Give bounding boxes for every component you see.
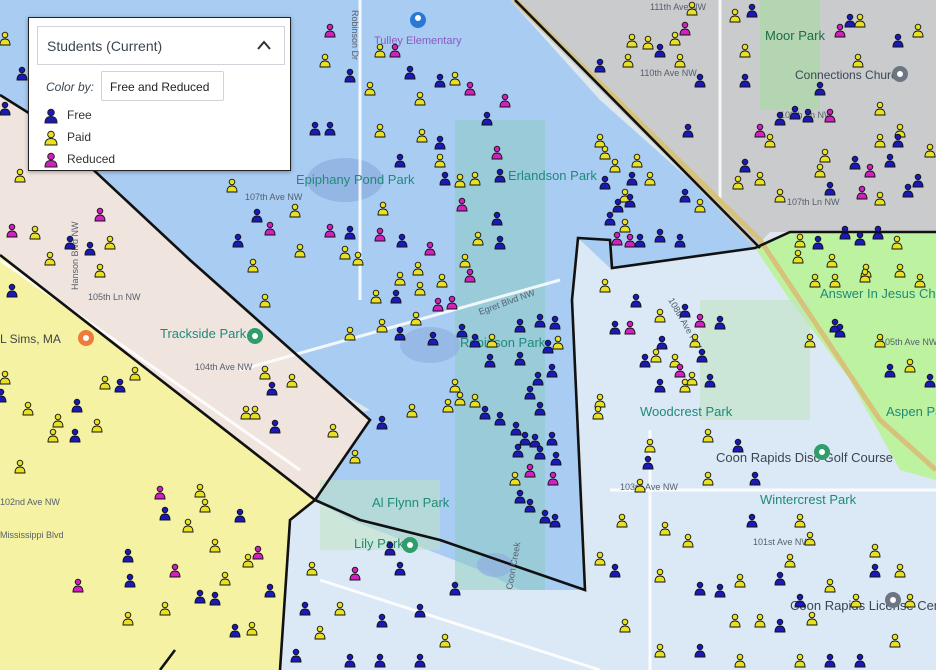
- legend-item-label: Paid: [67, 130, 92, 144]
- legend-header[interactable]: Students (Current): [37, 26, 285, 65]
- license-center-pin-icon[interactable]: [885, 592, 901, 608]
- park-label: Aspen Pa: [886, 404, 936, 419]
- park-label: Moor Park: [765, 28, 825, 43]
- color-by-select[interactable]: Free and Reduced: [101, 71, 224, 101]
- park-label: Trackside Park: [160, 326, 247, 341]
- church-pin-icon[interactable]: [892, 66, 908, 82]
- school-pin-icon[interactable]: [402, 537, 418, 553]
- street-label: 110th Ave NW: [640, 68, 697, 78]
- park-area: [700, 300, 810, 420]
- park-pin-icon[interactable]: [247, 328, 263, 344]
- chevron-up-icon[interactable]: [256, 39, 272, 51]
- park-label: Woodcrest Park: [640, 404, 733, 419]
- student-icon-paid: [44, 130, 58, 146]
- legend-title: Students (Current): [47, 38, 163, 54]
- student-icon-reduced: [44, 152, 58, 168]
- student-icon-free: [44, 108, 58, 124]
- street-label: 104th Ave NW: [195, 362, 253, 372]
- park-label: Al Flynn Park: [372, 495, 450, 510]
- poi-label: Answer In Jesus Ch: [820, 286, 936, 301]
- street-label: 111th Ave NW: [650, 2, 707, 12]
- legend-item-label: Reduced: [67, 152, 116, 166]
- legend-item-label: Free: [67, 108, 92, 122]
- street-label: Mississippi Blvd: [0, 530, 64, 540]
- poi-label: Connections Church: [795, 68, 904, 82]
- park-label: Erlandson Park: [508, 168, 597, 183]
- street-label: 107th Ave NW: [245, 192, 303, 202]
- legend-panel: Students (Current) Color by: Free and Re…: [28, 17, 291, 171]
- park-area: [455, 120, 545, 590]
- street-label: 107th Ln NW: [787, 197, 840, 207]
- street-label: 101st Ave NW: [753, 537, 810, 547]
- street-label: 103rd Ave NW: [620, 482, 678, 492]
- school-label: Tulley Elementary: [374, 35, 462, 47]
- street-label: 102nd Ave NW: [0, 497, 60, 507]
- doctor-pin-icon[interactable]: [78, 330, 94, 346]
- park-label: Wintercrest Park: [760, 492, 857, 507]
- park-label: Epiphany Pond Park: [296, 172, 415, 187]
- street-label: Hanson Blvd NW: [70, 221, 80, 290]
- street-label: 105th Ave NW: [880, 337, 936, 347]
- school-icon[interactable]: [410, 12, 426, 28]
- park-area: [760, 0, 820, 110]
- street-label: Robinson Dr: [350, 10, 360, 60]
- park-label: Lily Park: [354, 536, 404, 551]
- street-label: 105th Ln NW: [88, 292, 141, 302]
- disc-golf-pin-icon[interactable]: [814, 444, 830, 460]
- poi-label: L Sims, MA: [0, 332, 61, 346]
- color-by-label: Color by:: [46, 80, 95, 94]
